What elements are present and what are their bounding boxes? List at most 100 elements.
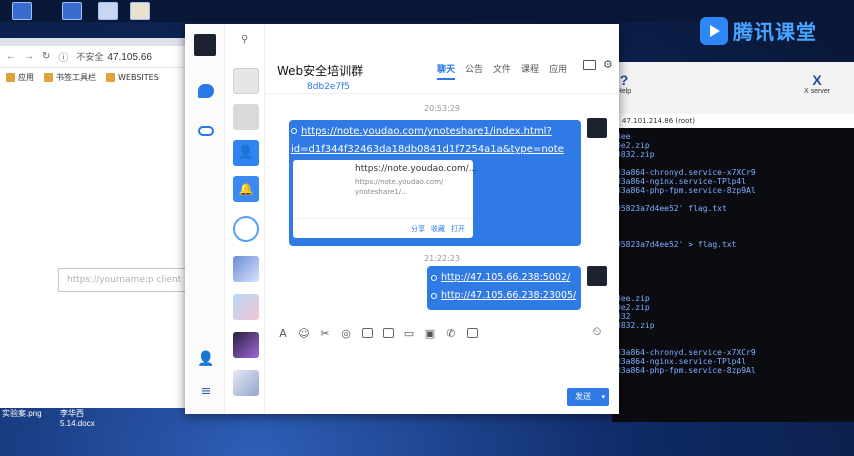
x-server-icon: X <box>812 72 822 88</box>
message-link[interactable]: https://note.youdao.com/ynoteshare1/inde… <box>291 126 552 137</box>
chat-tabs: 聊天 公告 文件 课程 应用 <box>437 62 567 80</box>
gear-icon[interactable]: ⚙ <box>603 58 613 71</box>
desktop-shortcut-icon[interactable] <box>130 2 150 20</box>
conversation-item[interactable] <box>233 370 259 396</box>
message-bubble: https://note.youdao.com/ynoteshare1/inde… <box>289 120 581 246</box>
ssh-toolbar: ? Help X X server <box>612 62 854 114</box>
link-icon <box>431 274 437 281</box>
conversation-item[interactable] <box>233 294 259 320</box>
terminal-line: 3832.zip <box>616 321 655 330</box>
cloud-nav-icon[interactable] <box>197 122 215 140</box>
terminal-line: 4ee <box>616 132 631 141</box>
url-input-field[interactable]: https://yourname:p client <box>58 268 194 292</box>
favorite-button[interactable]: 收藏 <box>431 224 445 234</box>
message-bubble: http://47.105.66.238:5002/ http://47.105… <box>427 266 581 310</box>
scissors-icon[interactable]: ✂ <box>319 327 331 340</box>
tab-chat[interactable]: 聊天 <box>437 62 456 80</box>
tab-course[interactable]: 课程 <box>521 62 539 80</box>
input-toolbar: A ☺ ✂ ◎ ▭ ▣ ✆ ⏲ <box>265 324 619 342</box>
tab-announcement[interactable]: 公告 <box>465 62 483 80</box>
conversation-item[interactable] <box>233 216 259 242</box>
ssh-terminal-window: ? Help X X server 47.101.214.86 (root) 4… <box>612 62 854 422</box>
folder-icon <box>44 72 53 82</box>
messages-nav-icon[interactable] <box>197 82 215 100</box>
message-link[interactable]: http://47.105.66.238:5002/ <box>431 272 570 283</box>
message-timestamp: 21:22:23 <box>424 254 460 263</box>
address-bar[interactable]: 不安全 47.105.66 <box>76 50 152 63</box>
terminal-line: 4ee.zip <box>616 294 650 303</box>
voice-icon[interactable]: ◎ <box>340 327 352 340</box>
terminal-line: 0e2.zip <box>616 303 650 312</box>
conversation-item[interactable] <box>233 256 259 282</box>
browser-navbar: ← → ↻ ⓘ 不安全 47.105.66 <box>0 46 196 68</box>
send-button[interactable]: 发送 ▾ <box>567 388 609 406</box>
phone-icon[interactable]: ✆ <box>445 327 457 340</box>
reload-icon[interactable]: ↻ <box>42 51 50 62</box>
back-icon[interactable]: ← <box>6 51 16 62</box>
chevron-down-icon[interactable]: ▾ <box>601 388 605 406</box>
font-icon[interactable]: A <box>277 327 289 340</box>
card-title: https://note.youdao.com/... <box>355 164 478 174</box>
screen-share-icon[interactable] <box>583 60 596 70</box>
bookmark-apps[interactable]: 应用 <box>6 72 34 83</box>
conversation-item[interactable] <box>233 104 259 130</box>
open-button[interactable]: 打开 <box>451 224 465 234</box>
add-contact-icon[interactable]: 👤 <box>197 350 215 368</box>
image-icon[interactable] <box>382 327 394 339</box>
link-icon <box>431 292 437 299</box>
tab-files[interactable]: 文件 <box>493 62 511 80</box>
emoji-icon[interactable]: ☺ <box>298 327 310 340</box>
terminal-line: 832 <box>616 312 631 321</box>
tab-apps[interactable]: 应用 <box>549 62 567 80</box>
card-description: https://note.youdao.com/ <box>355 178 444 186</box>
desktop-shortcut-icon[interactable] <box>98 2 118 20</box>
terminal-line: 95823a7d4ee52' flag.txt <box>616 204 727 213</box>
desktop-shortcut-icon[interactable] <box>12 2 32 20</box>
forward-icon[interactable]: → <box>24 51 34 62</box>
browser-tabbar <box>0 38 196 46</box>
ssh-host-label: 47.101.214.86 (root) <box>612 114 854 128</box>
url-text: 47.105.66 <box>107 52 152 63</box>
bookmark-folder[interactable]: 书签工具栏 <box>44 72 96 83</box>
divider <box>293 218 473 219</box>
notification-bell-icon[interactable]: 🔔 <box>233 176 259 202</box>
xserver-tool[interactable]: X X server <box>804 72 830 95</box>
desktop-file[interactable]: 实验案.png <box>2 408 42 419</box>
terminal-line: 95823a7d4ee52' > flag.txt <box>616 240 737 249</box>
message-link[interactable]: id=d1f344f32463da18db0841d1f7254a1a&type… <box>291 144 564 155</box>
link-preview-card[interactable]: https://note.youdao.com/... https://note… <box>293 160 477 238</box>
group-subtitle[interactable]: 8db2e7f5 <box>307 82 350 92</box>
card-actions: 分享 收藏 打开 <box>411 224 465 234</box>
bookmark-websites[interactable]: WEBSITES <box>106 72 159 82</box>
message-input[interactable]: 发送 ▾ <box>265 344 619 414</box>
screenshot-icon[interactable]: ▣ <box>424 327 436 340</box>
terminal-line: 0e2.zip <box>616 141 650 150</box>
folder-icon[interactable]: ▭ <box>403 327 415 340</box>
link-icon <box>291 128 297 134</box>
my-avatar[interactable] <box>194 34 216 56</box>
desktop-file[interactable]: 李华西 5.14.docx <box>60 408 95 428</box>
message-link[interactable]: http://47.105.66.238:23005/ <box>431 290 576 301</box>
menu-icon[interactable]: ≡ <box>197 382 215 400</box>
video-icon[interactable] <box>466 327 478 339</box>
conversation-item[interactable] <box>233 68 259 94</box>
sender-avatar[interactable] <box>587 266 607 286</box>
conversation-item[interactable] <box>233 332 259 358</box>
folder-icon <box>106 72 115 82</box>
info-icon[interactable]: ⓘ <box>58 49 68 64</box>
history-icon[interactable]: ⏲ <box>591 325 603 338</box>
conversation-list: ⚲ 👤 🔔 <box>225 24 265 414</box>
share-button[interactable]: 分享 <box>411 224 425 234</box>
sender-avatar[interactable] <box>587 118 607 138</box>
search-icon[interactable]: ⚲ <box>241 34 248 45</box>
desktop-shortcut-icon[interactable] <box>62 2 82 20</box>
sticker-icon[interactable] <box>361 327 373 339</box>
contact-icon[interactable]: 👤 <box>233 140 259 166</box>
